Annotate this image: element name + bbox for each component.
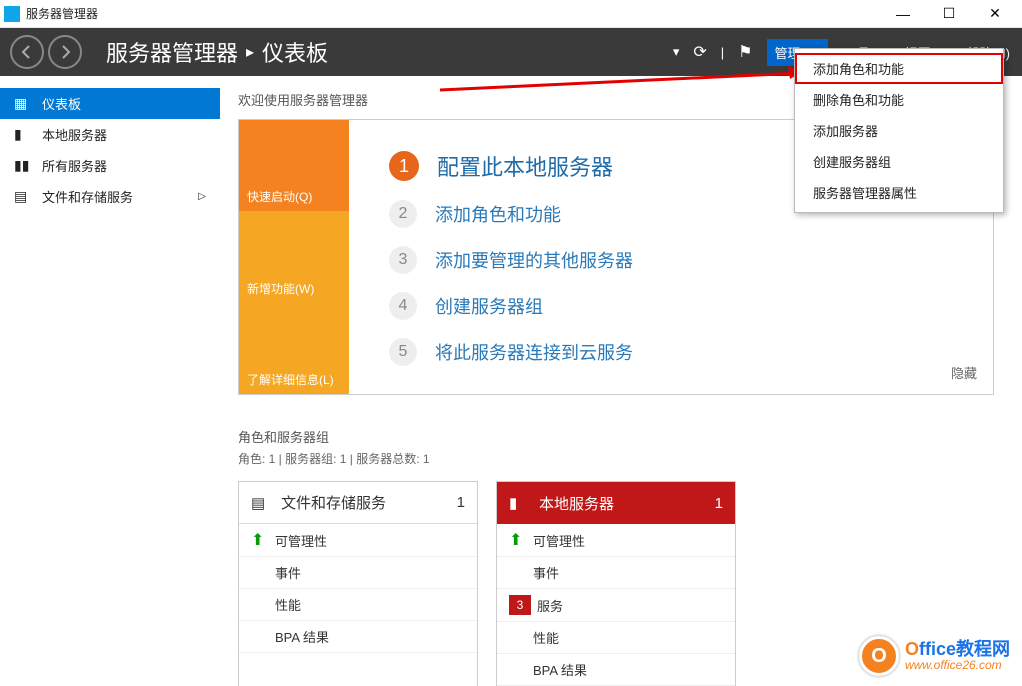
flag-icon[interactable]: ⚑ xyxy=(738,42,752,62)
watermark-title: Office教程网 xyxy=(905,640,1010,660)
tile-performance[interactable]: 性能 xyxy=(497,622,735,654)
tile-count: 1 xyxy=(715,495,723,512)
tab-quickstart[interactable]: 快速启动(Q) xyxy=(239,120,349,211)
breadcrumb: 服务器管理器 ▸ 仪表板 xyxy=(106,36,328,68)
step-number: 3 xyxy=(389,246,417,274)
tile-count: 1 xyxy=(457,494,465,511)
tab-learnmore[interactable]: 了解详细信息(L) xyxy=(239,303,349,394)
step-add-servers[interactable]: 3 添加要管理的其他服务器 xyxy=(389,246,953,274)
tile-title: 文件和存储服务 xyxy=(281,492,386,513)
tile-title: 本地服务器 xyxy=(539,493,614,514)
server-icon: ▮ xyxy=(14,126,32,143)
tile-label: 可管理性 xyxy=(533,531,585,550)
menu-create-group[interactable]: 创建服务器组 xyxy=(795,146,1003,177)
sidebar: ▦ 仪表板 ▮ 本地服务器 ▮▮ 所有服务器 ▤ 文件和存储服务 ▷ xyxy=(0,76,220,686)
sidebar-dashboard[interactable]: ▦ 仪表板 xyxy=(0,88,220,119)
hide-link[interactable]: 隐藏 xyxy=(951,363,977,382)
watermark: O Office教程网 www.office26.com xyxy=(859,636,1010,676)
server-icon: ▮ xyxy=(509,494,529,512)
menu-properties[interactable]: 服务器管理器属性 xyxy=(795,177,1003,208)
breadcrumb-root[interactable]: 服务器管理器 xyxy=(106,36,238,68)
tile-label: 可管理性 xyxy=(275,531,327,550)
sidebar-label: 本地服务器 xyxy=(42,125,107,144)
step-label: 创建服务器组 xyxy=(435,293,543,319)
arrow-up-circle-icon: ⬆ xyxy=(509,530,533,550)
tile-bpa[interactable]: BPA 结果 xyxy=(239,621,477,653)
menu-remove-roles[interactable]: 删除角色和功能 xyxy=(795,84,1003,115)
tile-bpa[interactable]: BPA 结果 xyxy=(497,654,735,686)
tile-manageability[interactable]: ⬆ 可管理性 xyxy=(239,524,477,557)
step-cloud-connect[interactable]: 5 将此服务器连接到云服务 xyxy=(389,338,953,366)
menu-add-server[interactable]: 添加服务器 xyxy=(795,115,1003,146)
step-number: 5 xyxy=(389,338,417,366)
refresh-icon[interactable]: ⟳ xyxy=(693,42,706,62)
step-number: 4 xyxy=(389,292,417,320)
tile-local-server[interactable]: ▮ 本地服务器 1 ⬆ 可管理性 事件 3 服务 性 xyxy=(496,481,736,686)
tile-label: BPA 结果 xyxy=(275,627,329,646)
storage-icon: ▤ xyxy=(14,188,32,205)
dashboard-icon: ▦ xyxy=(14,95,32,112)
step-label: 添加要管理的其他服务器 xyxy=(435,247,633,273)
alert-badge: 3 xyxy=(509,595,531,615)
storage-icon: ▤ xyxy=(251,494,271,512)
tile-services[interactable]: 3 服务 xyxy=(497,589,735,622)
sidebar-label: 仪表板 xyxy=(42,94,81,113)
separator: | xyxy=(721,45,724,60)
step-label: 添加角色和功能 xyxy=(435,201,561,227)
servers-icon: ▮▮ xyxy=(14,157,32,174)
roles-section-title: 角色和服务器组 xyxy=(238,427,994,446)
tile-events[interactable]: 事件 xyxy=(497,557,735,589)
tile-manageability[interactable]: ⬆ 可管理性 xyxy=(497,524,735,557)
tile-file-storage[interactable]: ▤ 文件和存储服务 1 ⬆ 可管理性 事件 性能 xyxy=(238,481,478,686)
tile-label: 性能 xyxy=(533,628,559,647)
sidebar-label: 文件和存储服务 xyxy=(42,187,133,206)
manage-menu-dropdown: 添加角色和功能 删除角色和功能 添加服务器 创建服务器组 服务器管理器属性 xyxy=(794,48,1004,213)
step-number: 2 xyxy=(389,200,417,228)
tile-label: 事件 xyxy=(275,563,301,582)
tile-label: 事件 xyxy=(533,563,559,582)
arrow-left-icon xyxy=(19,44,35,60)
sidebar-local-server[interactable]: ▮ 本地服务器 xyxy=(0,119,220,150)
watermark-logo-icon: O xyxy=(859,636,899,676)
tile-label: 服务 xyxy=(537,596,563,615)
window-title: 服务器管理器 xyxy=(26,5,880,22)
menu-add-roles[interactable]: 添加角色和功能 xyxy=(795,53,1003,84)
close-button[interactable]: ✕ xyxy=(972,0,1018,28)
step-label: 将此服务器连接到云服务 xyxy=(435,339,633,365)
tile-label: BPA 结果 xyxy=(533,660,587,679)
arrow-up-circle-icon: ⬆ xyxy=(251,530,275,550)
watermark-url: www.office26.com xyxy=(905,659,1010,672)
window-titlebar: 服务器管理器 — ☐ ✕ xyxy=(0,0,1022,28)
arrow-right-icon xyxy=(57,44,73,60)
tile-label: 性能 xyxy=(275,595,301,614)
back-button[interactable] xyxy=(10,35,44,69)
breadcrumb-current: 仪表板 xyxy=(262,36,328,68)
chevron-right-icon: ▷ xyxy=(198,191,206,202)
step-create-group[interactable]: 4 创建服务器组 xyxy=(389,292,953,320)
roles-summary: 角色: 1 | 服务器组: 1 | 服务器总数: 1 xyxy=(238,450,994,467)
step-label: 配置此本地服务器 xyxy=(437,150,613,182)
tile-events[interactable]: 事件 xyxy=(239,557,477,589)
app-icon xyxy=(4,6,20,22)
sidebar-all-servers[interactable]: ▮▮ 所有服务器 xyxy=(0,150,220,181)
chevron-right-icon: ▸ xyxy=(246,42,254,62)
dropdown-icon[interactable]: ▾ xyxy=(673,44,680,60)
sidebar-file-storage[interactable]: ▤ 文件和存储服务 ▷ xyxy=(0,181,220,212)
forward-button[interactable] xyxy=(48,35,82,69)
minimize-button[interactable]: — xyxy=(880,0,926,28)
step-number: 1 xyxy=(389,151,419,181)
sidebar-label: 所有服务器 xyxy=(42,156,107,175)
maximize-button[interactable]: ☐ xyxy=(926,0,972,28)
tab-whatsnew[interactable]: 新增功能(W) xyxy=(239,211,349,302)
tile-performance[interactable]: 性能 xyxy=(239,589,477,621)
